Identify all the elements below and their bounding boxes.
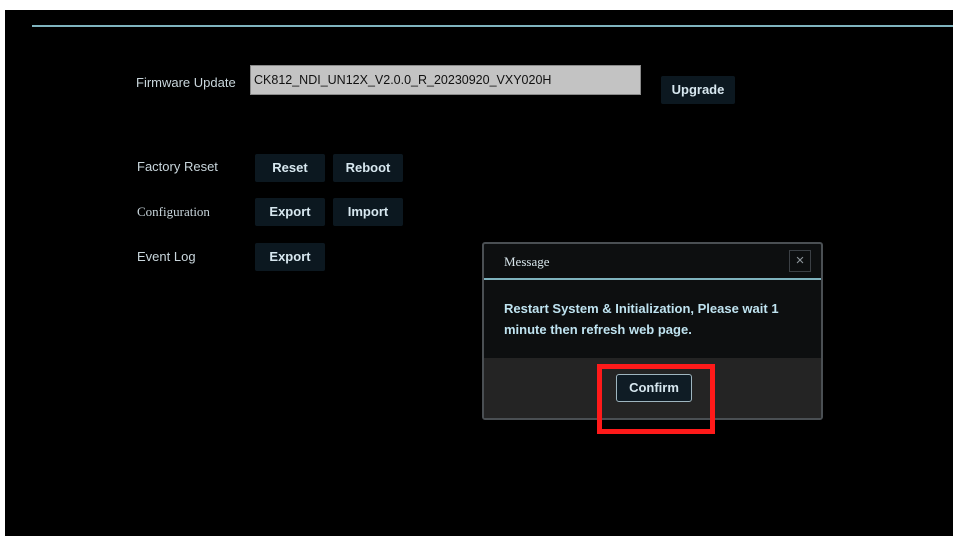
reset-button[interactable]: Reset — [255, 154, 325, 182]
message-dialog: Message × Restart System & Initializatio… — [482, 242, 823, 420]
dialog-title: Message — [504, 254, 550, 269]
event-log-label: Event Log — [137, 249, 196, 264]
close-icon[interactable]: × — [789, 250, 811, 272]
dialog-footer: Confirm — [484, 358, 821, 418]
firmware-file-field[interactable]: CK812_NDI_UN12X_V2.0.0_R_20230920_VXY020… — [250, 65, 641, 95]
config-import-button[interactable]: Import — [333, 198, 403, 226]
top-divider — [32, 25, 953, 27]
reboot-button[interactable]: Reboot — [333, 154, 403, 182]
config-export-button[interactable]: Export — [255, 198, 325, 226]
upgrade-button[interactable]: Upgrade — [661, 76, 735, 104]
factory-reset-label: Factory Reset — [137, 159, 218, 174]
confirm-button[interactable]: Confirm — [616, 374, 692, 402]
dialog-message: Restart System & Initialization, Please … — [504, 301, 779, 337]
configuration-label: Configuration — [137, 204, 210, 219]
dialog-header: Message × — [484, 244, 821, 280]
event-log-export-button[interactable]: Export — [255, 243, 325, 271]
firmware-update-label: Firmware Update — [136, 75, 236, 90]
